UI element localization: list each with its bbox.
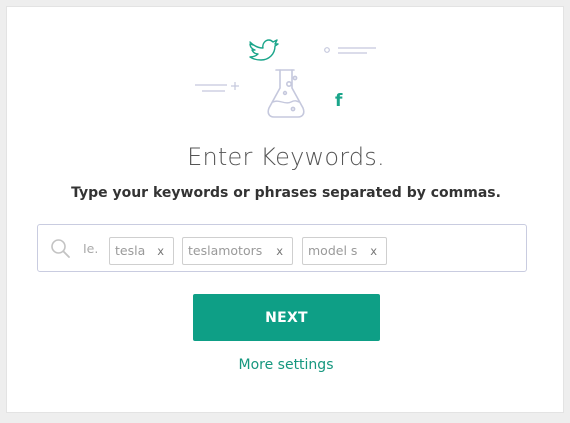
- more-settings-link[interactable]: More settings: [7, 357, 565, 373]
- remove-tag-button[interactable]: x: [276, 238, 283, 264]
- page-subtitle: Type your keywords or phrases separated …: [71, 185, 501, 201]
- input-prefix: Ie.: [83, 241, 99, 256]
- keyword-tag: model s x: [302, 237, 387, 265]
- keyword-tag: tesla x: [109, 237, 174, 265]
- keyword-tag-label: teslamotors: [188, 243, 263, 258]
- remove-tag-button[interactable]: x: [370, 238, 377, 264]
- facebook-icon: f: [335, 91, 343, 111]
- header-illustration: f: [195, 39, 376, 118]
- keyword-tag-label: model s: [308, 243, 358, 258]
- keyword-tag-label: tesla: [115, 243, 146, 258]
- keyword-tag: teslamotors x: [182, 237, 293, 265]
- search-icon: [51, 239, 70, 258]
- next-button[interactable]: NEXT: [193, 294, 380, 341]
- keywords-input[interactable]: Ie. tesla x teslamotors x model s x: [37, 224, 527, 272]
- page-title: Enter Keywords.: [187, 143, 385, 171]
- remove-tag-button[interactable]: x: [157, 238, 164, 264]
- flask-icon: [267, 69, 305, 118]
- twitter-icon: [249, 39, 279, 61]
- keywords-card: f Enter Keywords. Type your keywords or …: [6, 6, 564, 413]
